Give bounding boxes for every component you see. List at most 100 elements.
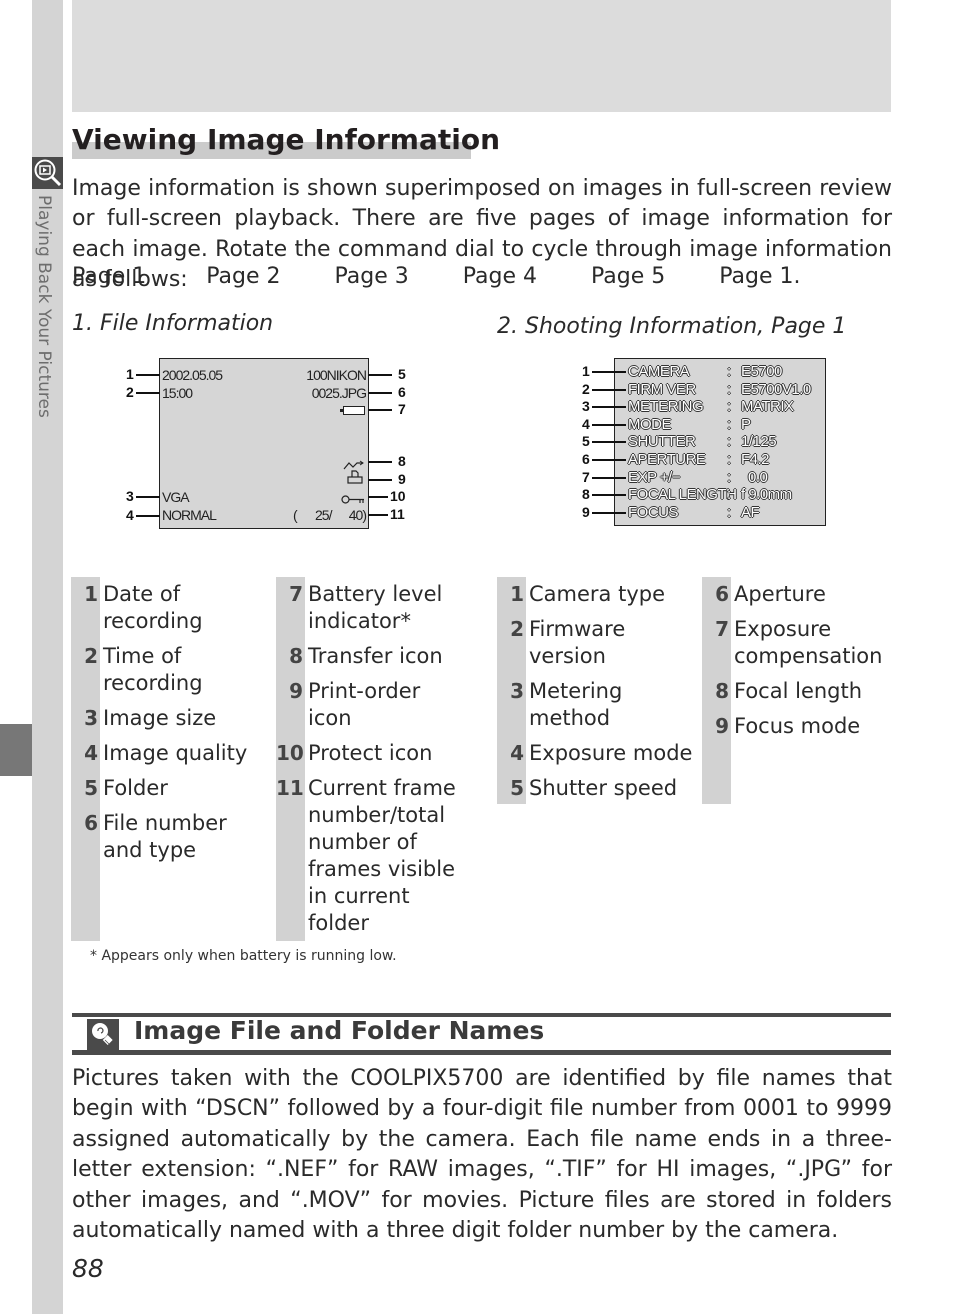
legend-number: 4 [510,741,524,765]
side-tab-label: Playing Back Your Pictures [34,195,54,418]
legend-number: 1 [510,582,524,606]
page-cycle-item: Page 1. [719,264,801,289]
legend-item: 6 Aperture [702,581,892,608]
shooting-row-label: FOCUS [628,503,679,521]
legend-text: Protect icon [308,741,433,765]
file-info-heading: 1. File Information [72,311,274,336]
legend-text: Focus mode [734,714,861,738]
legend-number: 8 [289,644,303,668]
callout-line [592,459,626,461]
shooting-row-value: f 9.0mm [741,486,792,504]
shooting-row-label: SHUTTER [628,433,696,451]
legend-item: 8 Transfer icon [276,643,476,670]
legend-number: 2 [84,644,98,668]
legend-item: 2 Time of recording [71,643,251,697]
shooting-info-legend-right: 6 Aperture 7 Exposure compensation 8 Focal le… [702,581,892,748]
shooting-row-value: E5700 [741,363,782,380]
file-info-screen: 2002.05.05 15:00 100NIKON 0025.JPG VGA N… [159,358,369,529]
callout-line [368,514,388,516]
legend-number: 7 [715,617,729,641]
legend-number: 6 [715,582,729,606]
shooting-row-label: CAMERA [628,363,690,380]
legend-number: 5 [510,776,524,800]
callout-number: 8 [398,453,406,469]
callout-number: 2 [582,380,590,397]
shooting-row-label: FOCAL LENGTH [628,486,737,504]
legend-item: 3 Image size [71,705,251,732]
legend-text: Focal length [734,679,863,703]
callout-line [592,371,626,373]
callout-number: 3 [126,488,134,504]
shooting-info-heading: 2. Shooting Information, Page 1 [497,314,847,339]
legend-item: 5 Shutter speed [497,775,697,802]
callout-line [592,423,626,426]
callout-line [368,496,388,498]
battery-icon [340,406,365,415]
callout-line [368,374,392,376]
shooting-row-label: METERING [628,398,704,416]
callout-number: 6 [398,384,406,400]
legend-number: 4 [84,741,98,765]
callout-line [136,374,160,376]
legend-item: 9 Print-order icon [276,678,476,732]
legend-number: 11 [276,776,304,800]
callout-line [136,496,160,498]
legend-number: 5 [84,776,98,800]
page-cycle-item: Page 4 [462,264,537,289]
legend-item: 7 Exposure compensation [702,616,892,670]
screen-quality: NORMAL [162,507,217,523]
legend-text: Date of recording [103,582,203,633]
callout-number: 6 [582,451,590,467]
legend-item: 1 Date of recording [71,581,251,635]
shooting-row-separator: : [727,433,731,451]
callout-line [592,494,626,497]
tip-paragraph: Pictures taken with the COOLPIX5700 are … [72,1066,892,1244]
callout-line [136,515,160,517]
shooting-row-separator: : [727,503,731,521]
legend-item: 1 Camera type [497,581,697,608]
header-band [72,0,891,112]
chapter-marker [0,724,32,776]
legend-text: Camera type [529,582,665,606]
legend-item: 3 Metering method [497,678,697,732]
page-cycle-item: Page 1 [72,264,147,289]
legend-item: 9 Focus mode [702,713,892,740]
shooting-row-separator: : [727,468,731,486]
legend-number: 9 [289,679,303,703]
legend-text: File number and type [103,811,227,862]
legend-number: 1 [84,582,98,606]
shooting-row-separator: : [727,451,731,468]
shooting-row-value: 0.0 [748,468,768,486]
legend-text: Image size [103,706,217,730]
callout-number: 4 [582,415,590,432]
legend-number: 3 [510,679,524,703]
callout-line [592,406,626,409]
tip-title: Image File and Folder Names [134,1016,545,1045]
legend-item: 4 Exposure mode [497,740,697,767]
legend-item: 11 Current frame number/total number of f… [276,775,476,937]
callout-line [592,476,626,479]
legend-number: 7 [289,582,303,606]
legend-number: 6 [84,811,98,835]
callout-line [136,392,160,394]
legend-text: Image quality [103,741,248,765]
callout-number: 5 [582,433,590,450]
shooting-row-separator: : [727,486,731,504]
legend-text: Exposure mode [529,741,693,765]
callout-number: 5 [398,366,406,382]
screen-file: 0025.JPG [311,385,367,401]
callout-number: 9 [398,471,406,487]
page-title: Viewing Image Information [72,123,501,156]
footnote: * Appears only when battery is running l… [90,948,397,964]
section-rule-bottom [72,1050,891,1055]
callout-number: 7 [582,468,590,485]
protect-key-icon [341,489,365,508]
legend-item: 2 Firmware version [497,616,697,670]
shooting-row-value: 1/125 [741,433,777,451]
shooting-row-value: P [741,415,751,433]
legend-item: 5 Folder [71,775,251,802]
shooting-row-label: MODE [628,415,672,433]
callout-line [368,409,392,411]
legend-text: Folder [103,776,168,800]
legend-item: 8 Focal length [702,678,892,705]
